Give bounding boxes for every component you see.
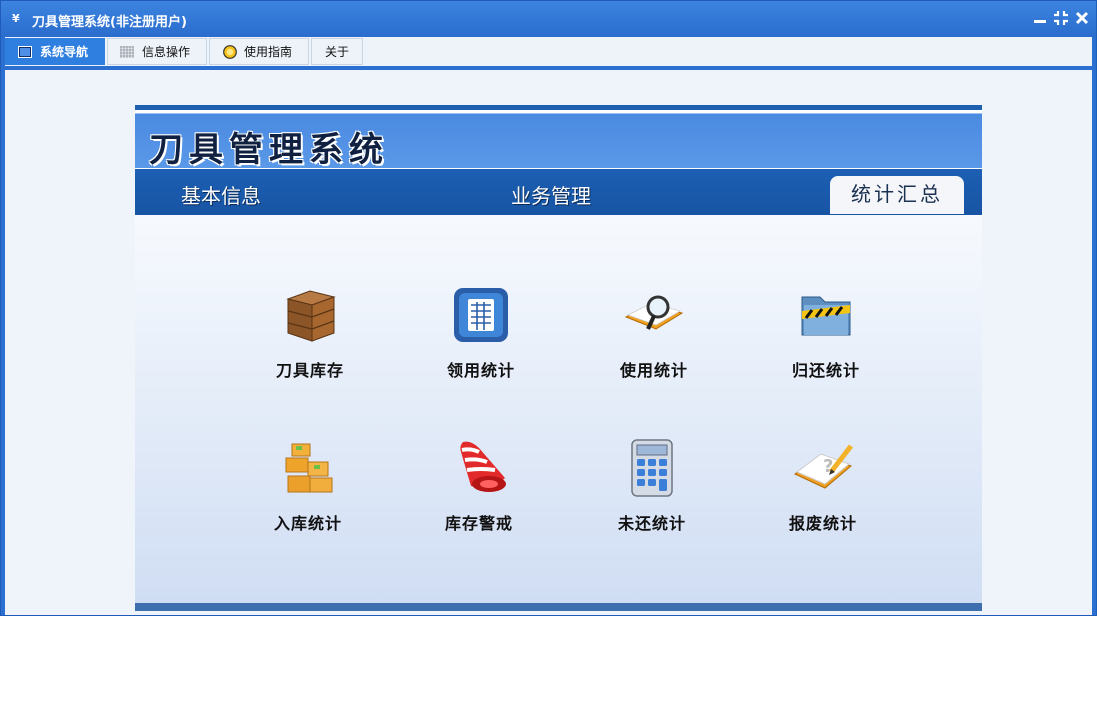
tile-label: 报废统计 <box>788 514 857 533</box>
tab-about[interactable]: 关于 <box>311 38 363 65</box>
tile-label: 入库统计 <box>273 514 342 533</box>
tile-requisition-statistics[interactable]: 领用统计 <box>421 285 541 395</box>
minimize-icon <box>1034 20 1046 23</box>
panel-top-border <box>135 105 982 110</box>
tab-system-navigation[interactable]: 系统导航 <box>5 38 105 65</box>
tile-label: 库存警戒 <box>444 514 513 533</box>
tab-bar: 系统导航 信息操作 使用指南 关于 <box>5 37 1092 70</box>
tile-tool-inventory[interactable]: 刀具库存 <box>250 285 370 395</box>
tab-info-operations[interactable]: 信息操作 <box>107 38 207 65</box>
calculator-icon <box>631 439 673 497</box>
tab-label: 系统导航 <box>40 45 89 59</box>
restore-button[interactable] <box>1053 10 1069 26</box>
monitor-icon <box>18 46 32 58</box>
tile-stock-in-statistics[interactable]: 入库统计 <box>248 438 368 548</box>
alarm-bell-icon <box>460 441 506 492</box>
calculator-app-icon <box>454 288 508 342</box>
tile-return-statistics[interactable]: 归还统计 <box>766 285 886 395</box>
tile-scrap-statistics[interactable]: ? 报废统计 <box>763 438 883 548</box>
navigation-panel: 刀具管理系统 基本信息 业务管理 统计汇总 刀具库存 领用统计 使用统计 归还统… <box>135 105 982 611</box>
tile-label: 领用统计 <box>446 361 515 380</box>
system-banner: 刀具管理系统 <box>135 113 982 170</box>
svg-text:?: ? <box>823 456 833 477</box>
nav-business-management[interactable]: 业务管理 <box>511 180 591 209</box>
app-logo-icon: ¥ <box>12 12 20 25</box>
wooden-crate-icon <box>286 290 336 342</box>
close-button[interactable] <box>1074 10 1090 26</box>
system-title: 刀具管理系统 <box>149 130 389 170</box>
folder-hazard-icon <box>801 296 851 336</box>
module-nav-bar: 基本信息 业务管理 统计汇总 <box>135 169 982 215</box>
nav-statistics-summary[interactable]: 统计汇总 <box>830 176 964 214</box>
tile-label: 归还统计 <box>791 361 860 380</box>
title-bar[interactable]: ¥ 刀具管理系统(非注册用户) <box>1 1 1096 37</box>
tab-label: 信息操作 <box>142 45 191 59</box>
tile-stock-alert[interactable]: 库存警戒 <box>419 438 539 548</box>
tab-label: 使用指南 <box>244 45 293 59</box>
panel-bottom-border <box>135 603 982 611</box>
tile-label: 使用统计 <box>619 361 688 380</box>
app-window: ¥ 刀具管理系统(非注册用户) 系统导航 信息操作 使用指南 关于 刀具管理系统… <box>0 0 1097 616</box>
tile-label: 未还统计 <box>617 514 686 533</box>
restore-icon <box>1054 11 1068 25</box>
notebook-pencil-icon: ? <box>793 444 853 489</box>
tab-label: 关于 <box>324 45 349 59</box>
nav-basic-info[interactable]: 基本信息 <box>181 180 261 209</box>
tile-label: 刀具库存 <box>275 361 344 380</box>
grid-icon <box>120 46 134 58</box>
window-title: 刀具管理系统(非注册用户) <box>32 15 187 30</box>
stacked-boxes-icon <box>285 443 333 493</box>
minimize-button[interactable] <box>1032 10 1048 26</box>
close-icon <box>1075 11 1089 25</box>
content-area: 刀具管理系统 基本信息 业务管理 统计汇总 刀具库存 领用统计 使用统计 归还统… <box>5 70 1092 615</box>
tile-unreturned-statistics[interactable]: 未还统计 <box>592 438 712 548</box>
book-magnifier-icon <box>624 295 684 330</box>
tab-user-guide[interactable]: 使用指南 <box>209 38 309 65</box>
help-icon <box>223 45 237 59</box>
tile-usage-statistics[interactable]: 使用统计 <box>594 285 714 395</box>
